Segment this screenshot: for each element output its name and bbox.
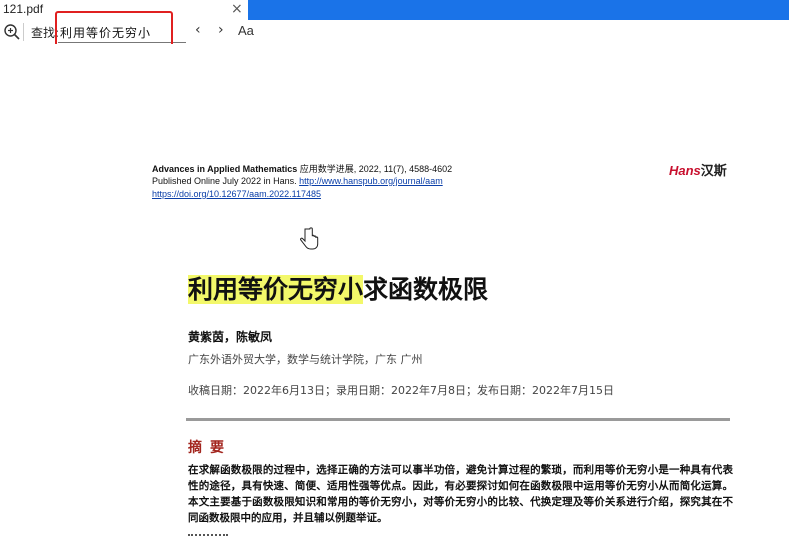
abstract-body: 在求解函数极限的过程中，选择正确的方法可以事半功倍，避免计算过程的繁琐，而利用等…: [188, 464, 733, 524]
tabstrip-accent: [248, 0, 789, 20]
title-rest: 求函数极限: [363, 275, 489, 304]
authors: 黄紫茵，陈敏凤: [188, 330, 273, 344]
next-match-button[interactable]: ›: [218, 22, 224, 38]
toolbar-divider: [23, 23, 24, 41]
hand-cursor-icon: [300, 227, 319, 250]
section-rule: [186, 418, 730, 421]
doi-line: https://doi.org/10.12677/aam.2022.117485: [152, 189, 321, 199]
abstract-heading: 摘要: [188, 440, 232, 456]
logo-en: Hans: [669, 163, 701, 178]
received-dates: 收稿日期：2022年6月13日；录用日期：2022年7月8日；发布日期：2022…: [188, 384, 614, 397]
doi-link[interactable]: https://doi.org/10.12677/aam.2022.117485: [152, 189, 321, 199]
journal-name-en: Advances in Applied Mathematics: [152, 164, 298, 174]
hans-logo: Hans汉斯: [669, 160, 727, 179]
published-line: Published Online July 2022 in Hans. http…: [152, 176, 443, 186]
paper-title: 利用等价无穷小求函数极限: [188, 270, 488, 306]
journal-name-cn: 应用数学进展, 2022, 11(7), 4588-4602: [299, 164, 453, 174]
tab-title: 121.pdf: [3, 2, 44, 16]
journal-header: Advances in Applied Mathematics 应用数学进展, …: [152, 162, 452, 175]
match-case-button[interactable]: Aa: [238, 23, 254, 38]
keywords-heading-stub: [188, 534, 228, 540]
pdf-page: Advances in Applied Mathematics 应用数学进展, …: [0, 44, 789, 542]
logo-cn: 汉斯: [700, 163, 727, 178]
close-icon[interactable]: ×: [231, 1, 243, 17]
zoom-in-icon[interactable]: [3, 23, 21, 41]
previous-match-button[interactable]: ‹: [195, 22, 201, 38]
published-text: Published Online July 2022 in Hans.: [152, 176, 297, 186]
search-match-highlight: 利用等价无穷小: [188, 275, 364, 304]
journal-url-link[interactable]: http://www.hanspub.org/journal/aam: [299, 176, 443, 186]
affiliation: 广东外语外贸大学，数学与统计学院，广东 广州: [188, 353, 423, 366]
